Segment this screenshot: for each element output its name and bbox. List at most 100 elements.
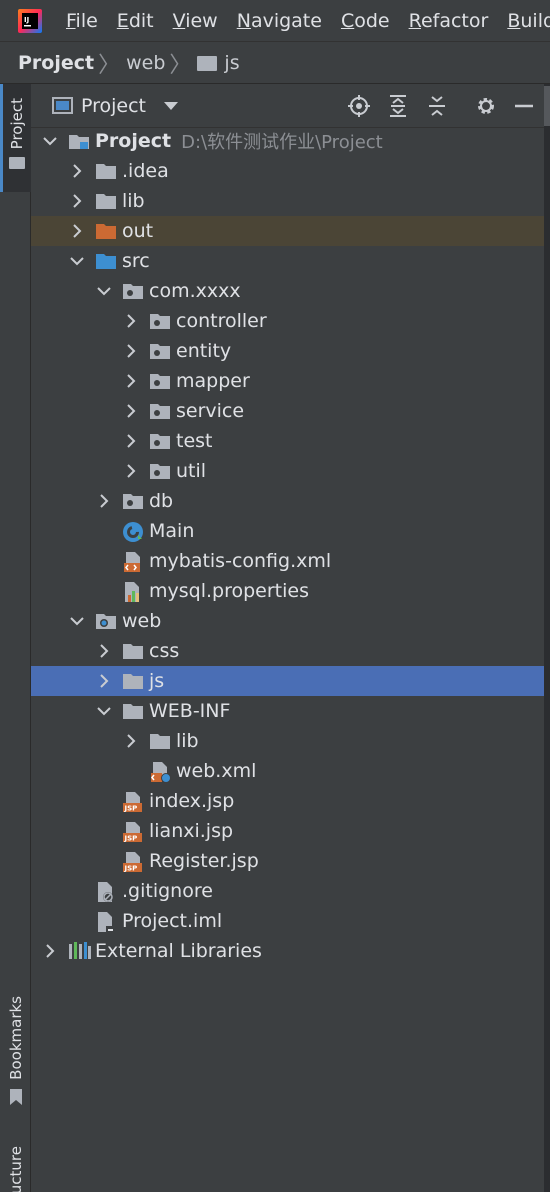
menu-item-label: dit (128, 9, 154, 32)
tree-node-label: js (149, 670, 165, 692)
menu-item-mnemonic: F (66, 9, 76, 32)
menu-item-mnemonic: R (408, 9, 421, 32)
tree-node-web-xml[interactable]: web.xml (31, 756, 544, 786)
menu-item[interactable]: File (54, 10, 105, 32)
tree-node-project-iml[interactable]: Project.iml (31, 906, 544, 936)
tree-node-test[interactable]: test (31, 426, 544, 456)
scrollbar[interactable] (544, 86, 550, 126)
package-icon (149, 341, 171, 361)
tree-node-label: lib (176, 730, 199, 752)
menu-item[interactable]: Build (495, 10, 550, 32)
chevron-right-icon[interactable] (124, 396, 138, 426)
folder-icon (122, 701, 144, 721)
tree-node-web[interactable]: web (31, 606, 544, 636)
menu-bar: IJ File Edit View Navigate Code Refactor Build (0, 0, 550, 42)
tree-node-com-xxxx[interactable]: com.xxxx (31, 276, 544, 306)
chevron-down-icon[interactable] (70, 606, 84, 636)
chevron-down-icon[interactable] (43, 126, 57, 156)
chevron-right-icon[interactable] (43, 936, 57, 966)
tree-node-mapper[interactable]: mapper (31, 366, 544, 396)
tree-node-src[interactable]: src (31, 246, 544, 276)
project-view-selector[interactable]: Project (81, 95, 146, 117)
project-view-icon (52, 97, 73, 114)
menu-item[interactable]: Edit (105, 10, 161, 32)
tree-node-util[interactable]: util (31, 456, 544, 486)
chevron-right-icon[interactable] (97, 666, 111, 696)
chevron-right-icon[interactable] (124, 426, 138, 456)
tree-node-label: controller (176, 310, 267, 332)
menu-item[interactable]: Navigate (225, 10, 329, 32)
tree-node-path: D:\软件测试作业\Project (181, 132, 383, 153)
source-folder-icon (95, 251, 117, 271)
chevron-right-icon[interactable] (124, 366, 138, 396)
tree-node-project[interactable]: Project D:\软件测试作业\Project (31, 126, 544, 156)
tree-node-lib[interactable]: lib (31, 726, 544, 756)
expand-all-icon[interactable] (386, 94, 410, 118)
tree-node-index-jsp[interactable]: JSP index.jsp (31, 786, 544, 816)
chevron-right-icon[interactable] (97, 486, 111, 516)
tree-node-js[interactable]: js (31, 666, 544, 696)
tree-node-gitignore[interactable]: .gitignore (31, 876, 544, 906)
chevron-down-icon[interactable] (164, 101, 179, 110)
tree-node-db[interactable]: db (31, 486, 544, 516)
breadcrumb-separator: 〉 (169, 52, 192, 78)
tree-node-mybatis-config-xml[interactable]: mybatis-config.xml (31, 546, 544, 576)
folder-icon (9, 157, 25, 170)
chevron-down-icon[interactable] (70, 246, 84, 276)
chevron-right-icon[interactable] (70, 186, 84, 216)
tree-node-label: .gitignore (122, 880, 213, 902)
menu-item[interactable]: Refactor (397, 10, 496, 32)
chevron-down-icon[interactable] (97, 696, 111, 726)
tool-tab-structure-label: Structure (6, 1146, 25, 1192)
collapse-all-icon[interactable] (425, 94, 449, 118)
gear-icon[interactable] (474, 94, 498, 118)
chevron-down-icon[interactable] (97, 276, 111, 306)
chevron-right-icon[interactable] (124, 456, 138, 486)
bookmark-icon (9, 1088, 22, 1105)
tool-tab-structure[interactable]: Structure (0, 1146, 31, 1192)
tree-node-lianxi-jsp[interactable]: JSP lianxi.jsp (31, 816, 544, 846)
project-folder-icon (68, 131, 90, 151)
tree-node-external-libraries[interactable]: External Libraries (31, 936, 544, 966)
tree-node-service[interactable]: service (31, 396, 544, 426)
chevron-right-icon[interactable] (70, 156, 84, 186)
intellij-logo-icon[interactable]: IJ (18, 8, 42, 33)
tool-tab-bookmarks[interactable]: Bookmarks (0, 996, 31, 1126)
tool-tab-project[interactable]: Project (0, 84, 31, 192)
breadcrumb-item-web[interactable]: web (126, 52, 165, 74)
svg-text:IJ: IJ (24, 16, 29, 24)
tree-node-out[interactable]: out (31, 216, 544, 246)
tree-node-main[interactable]: Main (31, 516, 544, 546)
breadcrumb-item-js[interactable]: js (224, 52, 239, 74)
menu-item-label: ode (354, 9, 390, 32)
tree-node-register-jsp[interactable]: JSP Register.jsp (31, 846, 544, 876)
tree-node-web-inf[interactable]: WEB-INF (31, 696, 544, 726)
tree-node-controller[interactable]: controller (31, 306, 544, 336)
tree-node-label: db (149, 490, 174, 512)
menu-item[interactable]: View (161, 10, 225, 32)
tree-node-mysql-properties[interactable]: mysql.properties (31, 576, 544, 606)
tree-node-label: test (176, 430, 213, 452)
iml-file-icon (95, 911, 117, 932)
chevron-right-icon[interactable] (97, 636, 111, 666)
breadcrumb-item-project[interactable]: Project (18, 52, 94, 74)
tool-tab-project-label: Project (8, 98, 26, 150)
tree-node-lib[interactable]: lib (31, 186, 544, 216)
breadcrumb: Project 〉 web 〉 js (0, 42, 550, 84)
minimize-icon[interactable] (512, 94, 536, 118)
menu-item-label: ile (75, 9, 98, 32)
tree-node-label: entity (176, 340, 232, 362)
tree-node-css[interactable]: css (31, 636, 544, 666)
tree-node-entity[interactable]: entity (31, 336, 544, 366)
menu-item-label: iew (185, 9, 218, 32)
chevron-right-icon[interactable] (124, 726, 138, 756)
tree-node-idea[interactable]: .idea (31, 156, 544, 186)
chevron-right-icon[interactable] (124, 306, 138, 336)
chevron-right-icon[interactable] (70, 216, 84, 246)
locate-icon[interactable] (347, 94, 371, 118)
menu-item[interactable]: Code (329, 10, 397, 32)
chevron-right-icon[interactable] (124, 336, 138, 366)
